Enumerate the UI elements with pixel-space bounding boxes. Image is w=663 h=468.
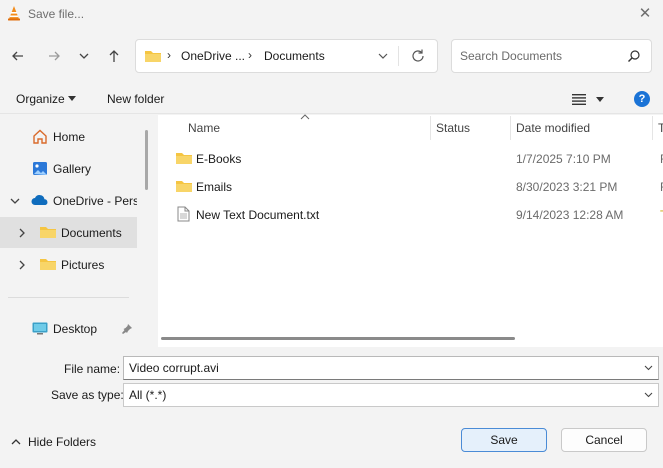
horizontal-scrollbar[interactable] [161,337,515,340]
title-bar [0,0,663,28]
chevron-right-icon[interactable] [17,228,27,238]
column-header-status[interactable]: Status [436,121,470,135]
caret-down-icon [68,96,76,101]
file-date: 8/30/2023 3:21 PM [516,180,618,194]
save-as-type-select[interactable]: All (*.*) [123,383,659,407]
table-row[interactable]: New Text Document.txt 9/14/2023 12:28 AM… [158,202,663,228]
nav-divider [8,297,129,298]
text-file-icon [177,206,190,222]
back-icon[interactable] [7,45,29,67]
view-options-icon[interactable] [572,93,586,105]
table-row[interactable]: Emails 8/30/2023 3:21 PM F [158,174,663,200]
table-row[interactable]: E-Books 1/7/2025 7:10 PM F [158,146,663,172]
sidebar-item-label: OneDrive - Perso [53,194,137,208]
sidebar-item-pictures[interactable]: Pictures [0,249,137,280]
caret-down-icon[interactable] [596,97,604,103]
file-name: New Text Document.txt [196,208,320,222]
breadcrumb-separator-icon: › [167,48,171,62]
file-date: 1/7/2025 7:10 PM [516,152,611,166]
sidebar-item-label: Home [53,130,86,144]
breadcrumb-onedrive[interactable]: OneDrive ... [181,49,245,63]
desktop-icon [32,322,48,335]
folder-icon [176,181,192,192]
column-header-type[interactable]: T [658,121,663,135]
column-separator[interactable] [430,116,431,140]
sort-ascending-icon [300,114,310,120]
sidebar-item-documents[interactable]: Documents [0,217,137,248]
organize-menu-button[interactable]: Organize [16,92,65,106]
new-folder-button[interactable]: New folder [107,92,164,106]
save-as-type-label: Save as type: [51,388,124,402]
forward-icon[interactable] [43,45,65,67]
file-name-field[interactable] [123,356,659,380]
cancel-button[interactable]: Cancel [561,428,647,452]
help-icon[interactable]: ? [634,91,650,107]
search-box[interactable]: Search Documents [451,39,652,73]
pin-icon[interactable] [122,323,133,334]
breadcrumb-documents[interactable]: Documents [264,49,325,63]
file-date: 9/14/2023 12:28 AM [516,208,624,222]
address-bar[interactable]: › OneDrive ... › Documents [135,39,438,73]
sidebar-item-desktop[interactable]: Desktop [0,313,137,344]
sidebar-item-label: Gallery [53,162,92,176]
nav-scrollbar[interactable] [145,130,148,190]
up-icon[interactable] [103,45,125,67]
sidebar-item-gallery[interactable]: Gallery [0,153,137,184]
column-header-date-modified[interactable]: Date modified [516,121,590,135]
column-header-name[interactable]: Name [188,121,220,135]
sidebar-item-onedrive[interactable]: OneDrive - Perso [0,185,137,216]
recent-locations-chevron-icon[interactable] [73,45,95,67]
save-as-type-value: All (*.*) [129,388,167,402]
home-icon [33,129,47,144]
chevron-down-icon [644,392,653,398]
command-toolbar [0,86,663,114]
column-separator[interactable] [652,116,653,140]
column-separator[interactable] [510,116,511,140]
window-title: Save file... [28,7,85,21]
file-name: Emails [196,180,233,194]
folder-icon [176,153,192,164]
search-icon [628,50,640,62]
chevron-down-icon[interactable] [10,196,20,206]
address-divider [398,46,399,66]
file-name: E-Books [196,152,242,166]
cloud-icon [31,195,48,205]
gallery-icon [33,162,47,175]
refresh-icon[interactable] [409,47,427,65]
save-button[interactable]: Save [461,428,547,452]
sidebar-item-label: Desktop [53,322,98,336]
sidebar-item-label: Documents [61,226,122,240]
address-dropdown-chevron-icon[interactable] [375,47,391,65]
vlc-cone-icon [8,6,20,21]
breadcrumb-separator-icon: › [248,48,252,62]
folder-icon [145,51,161,62]
chevron-up-icon[interactable] [11,439,21,445]
close-icon[interactable]: ✕ [635,4,655,24]
sidebar-item-label: Pictures [61,258,105,272]
hide-folders-button[interactable]: Hide Folders [28,435,96,449]
chevron-right-icon[interactable] [17,260,27,270]
chevron-down-icon[interactable] [644,365,653,371]
folder-icon [40,227,56,238]
file-name-label: File name: [64,362,121,376]
sidebar-item-home[interactable]: Home [0,121,137,152]
folder-icon [40,259,56,270]
search-input[interactable]: Search Documents [460,49,562,63]
